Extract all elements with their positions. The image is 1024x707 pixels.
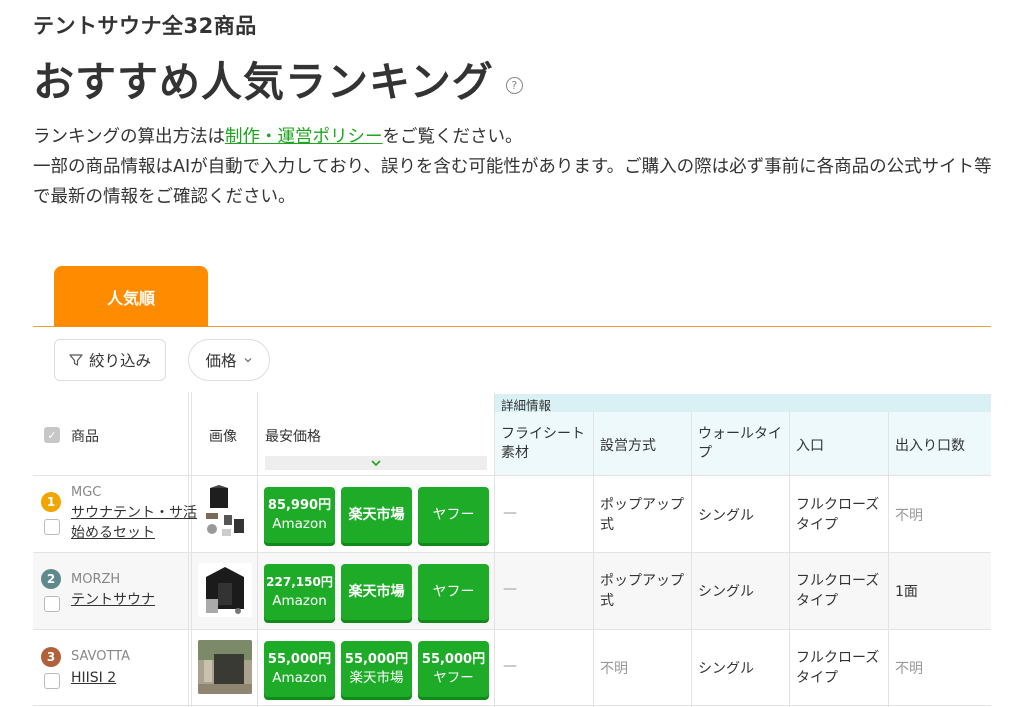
col-divider (494, 392, 495, 707)
product-name-link[interactable]: テントサウナ (71, 590, 155, 610)
rakuten-label: 楽天市場 (348, 506, 405, 523)
yahoo-button[interactable]: ヤフー (418, 564, 489, 620)
doors-value: 不明 (895, 661, 923, 677)
product-image[interactable] (198, 640, 252, 694)
brand: SAVOTTA (71, 649, 130, 664)
brand: MORZH (71, 572, 121, 587)
col-divider (888, 412, 889, 707)
wall-value: シングル (698, 508, 754, 524)
col-divider (188, 392, 189, 707)
entrance-value: フルクローズタイプ (796, 650, 880, 686)
description-prefix: ランキングの算出方法は (33, 127, 225, 147)
setup-value: ポップアップ式 (600, 497, 684, 533)
header-entrance: 入口 (796, 438, 824, 454)
rakuten-button[interactable]: 55,000円 楽天市場 (341, 641, 412, 697)
row-2-bottom-line (33, 629, 991, 630)
rank-badge: 2 (41, 569, 61, 589)
product-name-link[interactable]: サウナテント・サ活 (71, 503, 197, 523)
price-filter-button[interactable]: 価格 (188, 339, 270, 381)
product-name-link[interactable]: 始めるセット (71, 523, 155, 543)
product-image[interactable] (198, 563, 252, 617)
flysheet-value: — (503, 658, 517, 674)
tab-bar: 人気順 (33, 266, 991, 327)
col-divider (789, 412, 790, 707)
yahoo-button[interactable]: ヤフー (418, 487, 489, 543)
setup-value: 不明 (600, 661, 628, 677)
header-doors: 出入り口数 (895, 438, 965, 454)
row-3-bottom-line (33, 705, 991, 706)
rank-badge: 1 (41, 492, 61, 512)
amazon-price: 227,150円 (266, 575, 333, 589)
header-product: 商品 (71, 429, 99, 445)
description-suffix: をご覧ください。 (382, 127, 523, 147)
sort-toggle[interactable] (265, 456, 487, 470)
col-divider (191, 392, 192, 707)
price-filter-label: 価格 (205, 352, 237, 370)
rakuten-label: 楽天市場 (348, 583, 405, 600)
row-checkbox[interactable] (44, 519, 60, 535)
col-divider (691, 412, 692, 707)
filter-label: 絞り込み (88, 352, 151, 370)
yahoo-button[interactable]: 55,000円 ヤフー (418, 641, 489, 697)
filter-button[interactable]: 絞り込み (54, 339, 166, 381)
yahoo-label: ヤフー (432, 583, 475, 600)
header-image: 画像 (209, 429, 237, 445)
rakuten-button[interactable]: 楽天市場 (341, 564, 412, 620)
ranking-table: 詳細情報 ✓ 商品 画像 最安価格 フライシート素材 設営方式 ウォールタイプ … (33, 392, 991, 707)
col-divider (257, 392, 258, 707)
entrance-value: フルクローズタイプ (796, 573, 880, 609)
yahoo-price: 55,000円 (421, 652, 486, 667)
product-image[interactable] (198, 485, 252, 539)
select-all-checkbox[interactable]: ✓ (44, 427, 60, 443)
amazon-button[interactable]: 55,000円 Amazon (264, 641, 335, 697)
policy-link[interactable]: 制作・運営ポリシー (225, 127, 383, 147)
setup-value: ポップアップ式 (600, 573, 684, 609)
amazon-label: Amazon (272, 593, 327, 609)
chevron-down-icon (244, 358, 251, 363)
page-title: おすすめ人気ランキング ? (33, 48, 523, 108)
doors-value: 1面 (895, 584, 918, 600)
page-subtitle: テントサウナ全32商品 (33, 14, 257, 38)
wall-value: シングル (698, 661, 754, 677)
flysheet-value: — (503, 505, 517, 521)
product-name-link[interactable]: HIISI 2 (71, 668, 116, 688)
detail-group-header: 詳細情報 (501, 398, 552, 413)
page-title-text: おすすめ人気ランキング (33, 58, 494, 106)
rakuten-button[interactable]: 楽天市場 (341, 487, 412, 543)
filter-icon (69, 354, 83, 366)
amazon-label: Amazon (272, 670, 327, 686)
amazon-button[interactable]: 227,150円 Amazon (264, 564, 335, 620)
header-lowest-price: 最安価格 (265, 429, 321, 445)
yahoo-label: ヤフー (432, 506, 475, 523)
description: ランキングの算出方法は制作・運営ポリシーをご覧ください。 一部の商品情報はAIが… (33, 122, 993, 212)
header-setup: 設営方式 (600, 438, 656, 454)
row-checkbox[interactable] (44, 673, 60, 689)
entrance-value: フルクローズタイプ (796, 497, 880, 533)
rank-badge: 3 (41, 647, 61, 667)
chevron-down-icon (371, 460, 381, 467)
amazon-label: Amazon (272, 516, 327, 532)
tab-popular[interactable]: 人気順 (54, 266, 208, 327)
amazon-button[interactable]: 85,990円 Amazon (264, 487, 335, 543)
detail-group-bar (494, 394, 991, 412)
doors-value: 不明 (895, 508, 923, 524)
rakuten-price: 55,000円 (344, 652, 409, 667)
header-flysheet: フライシート素材 (501, 426, 585, 461)
header-bottom-line (33, 475, 991, 476)
rakuten-label: 楽天市場 (349, 670, 404, 686)
flysheet-value: — (503, 581, 517, 597)
brand: MGC (71, 485, 102, 500)
amazon-price: 55,000円 (267, 652, 332, 667)
row-checkbox[interactable] (44, 596, 60, 612)
question-circle-icon[interactable]: ? (505, 76, 523, 94)
wall-value: シングル (698, 584, 754, 600)
row-1-bottom-line (33, 552, 991, 553)
yahoo-label: ヤフー (433, 670, 474, 686)
header-wall: ウォールタイプ (698, 426, 782, 461)
amazon-price: 85,990円 (267, 498, 332, 513)
description-notice: 一部の商品情報はAIが自動で入力しており、誤りを含む可能性があります。ご購入の際… (33, 157, 992, 207)
col-divider (593, 412, 594, 707)
